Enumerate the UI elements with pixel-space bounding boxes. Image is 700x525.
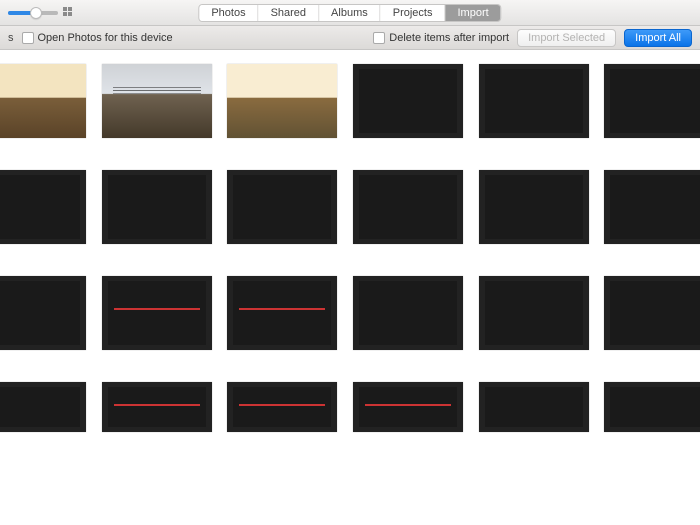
zoom-slider-group (8, 7, 74, 19)
import-all-button[interactable]: Import All (624, 29, 692, 47)
photo-thumbnail[interactable] (604, 64, 700, 138)
photo-thumbnail[interactable] (102, 382, 212, 432)
delete-after-label: Delete items after import (389, 32, 509, 44)
photo-thumbnail[interactable] (227, 64, 337, 138)
photo-thumbnail[interactable] (102, 64, 212, 138)
tab-photos[interactable]: Photos (199, 5, 258, 21)
delete-after-checkbox[interactable] (373, 32, 385, 44)
photo-thumbnail[interactable] (0, 382, 86, 432)
tab-albums[interactable]: Albums (319, 5, 381, 21)
open-photos-label: Open Photos for this device (38, 32, 173, 44)
zoom-slider-knob[interactable] (30, 7, 42, 19)
import-selected-button[interactable]: Import Selected (517, 29, 616, 47)
photo-thumbnail[interactable] (227, 276, 337, 350)
tab-shared[interactable]: Shared (259, 5, 319, 21)
photo-thumbnail[interactable] (353, 276, 463, 350)
photo-thumbnail[interactable] (0, 276, 86, 350)
photo-thumbnail[interactable] (479, 276, 589, 350)
photo-thumbnail[interactable] (604, 276, 700, 350)
open-photos-checkbox[interactable] (22, 32, 34, 44)
photo-thumbnail[interactable] (227, 170, 337, 244)
photo-thumbnail[interactable] (102, 276, 212, 350)
import-toolbar: s Open Photos for this device Delete ite… (0, 26, 700, 50)
photo-thumbnail[interactable] (604, 382, 700, 432)
photo-thumbnail[interactable] (479, 170, 589, 244)
view-tabs: PhotosSharedAlbumsProjectsImport (198, 4, 501, 22)
device-name-truncated: s (8, 32, 14, 44)
photo-thumbnail[interactable] (0, 64, 86, 138)
photo-thumbnail[interactable] (353, 64, 463, 138)
photo-thumbnail[interactable] (479, 64, 589, 138)
delete-after-checkbox-group[interactable]: Delete items after import (373, 32, 509, 44)
photo-thumbnail[interactable] (604, 170, 700, 244)
thumbnail-grid (0, 50, 700, 432)
photo-thumbnail[interactable] (353, 382, 463, 432)
photo-thumbnail[interactable] (102, 170, 212, 244)
photo-thumbnail[interactable] (353, 170, 463, 244)
open-photos-checkbox-group[interactable]: Open Photos for this device (22, 32, 173, 44)
zoom-slider[interactable] (8, 11, 58, 15)
tab-import[interactable]: Import (445, 5, 500, 21)
titlebar: PhotosSharedAlbumsProjectsImport (0, 0, 700, 26)
photo-thumbnail[interactable] (479, 382, 589, 432)
photo-thumbnail[interactable] (0, 170, 86, 244)
tab-projects[interactable]: Projects (381, 5, 446, 21)
thumbnail-large-icon (62, 7, 74, 19)
photo-thumbnail[interactable] (227, 382, 337, 432)
